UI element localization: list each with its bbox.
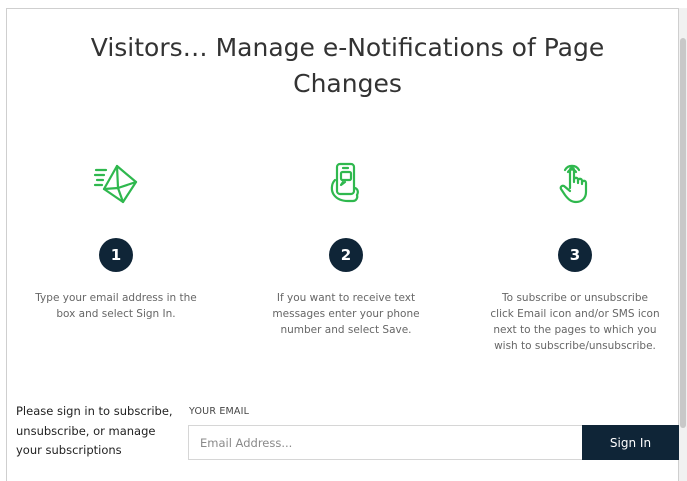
step-2: 2 If you want to receive text messages e… xyxy=(246,158,446,338)
email-field[interactable] xyxy=(188,425,583,460)
sign-in-button[interactable]: Sign In xyxy=(582,425,679,460)
step-description: If you want to receive text messages ent… xyxy=(272,292,420,336)
phone-text-icon xyxy=(330,162,359,203)
step-number-badge: 2 xyxy=(329,238,363,272)
scrollbar-thumb[interactable] xyxy=(680,38,686,428)
step-number-badge: 3 xyxy=(558,238,592,272)
step-1: 1 Type your email address in the box and… xyxy=(16,158,216,322)
step-description: To subscribe or unsubscribe click Email … xyxy=(490,292,660,352)
scrollbar[interactable] xyxy=(679,8,687,481)
step-description: Type your email address in the box and s… xyxy=(35,292,197,320)
step-number-badge: 1 xyxy=(99,238,133,272)
page-title: Visitors… Manage e-Notifications of Page… xyxy=(90,33,605,98)
hand-tap-icon xyxy=(559,164,588,204)
envelope-send-icon xyxy=(93,164,138,204)
step-3: 3 To subscribe or unsubscribe click Emai… xyxy=(475,158,675,354)
signin-instructions: Please sign in to subscribe, unsubscribe… xyxy=(16,404,173,457)
email-field-label: YOUR EMAIL xyxy=(189,406,250,417)
